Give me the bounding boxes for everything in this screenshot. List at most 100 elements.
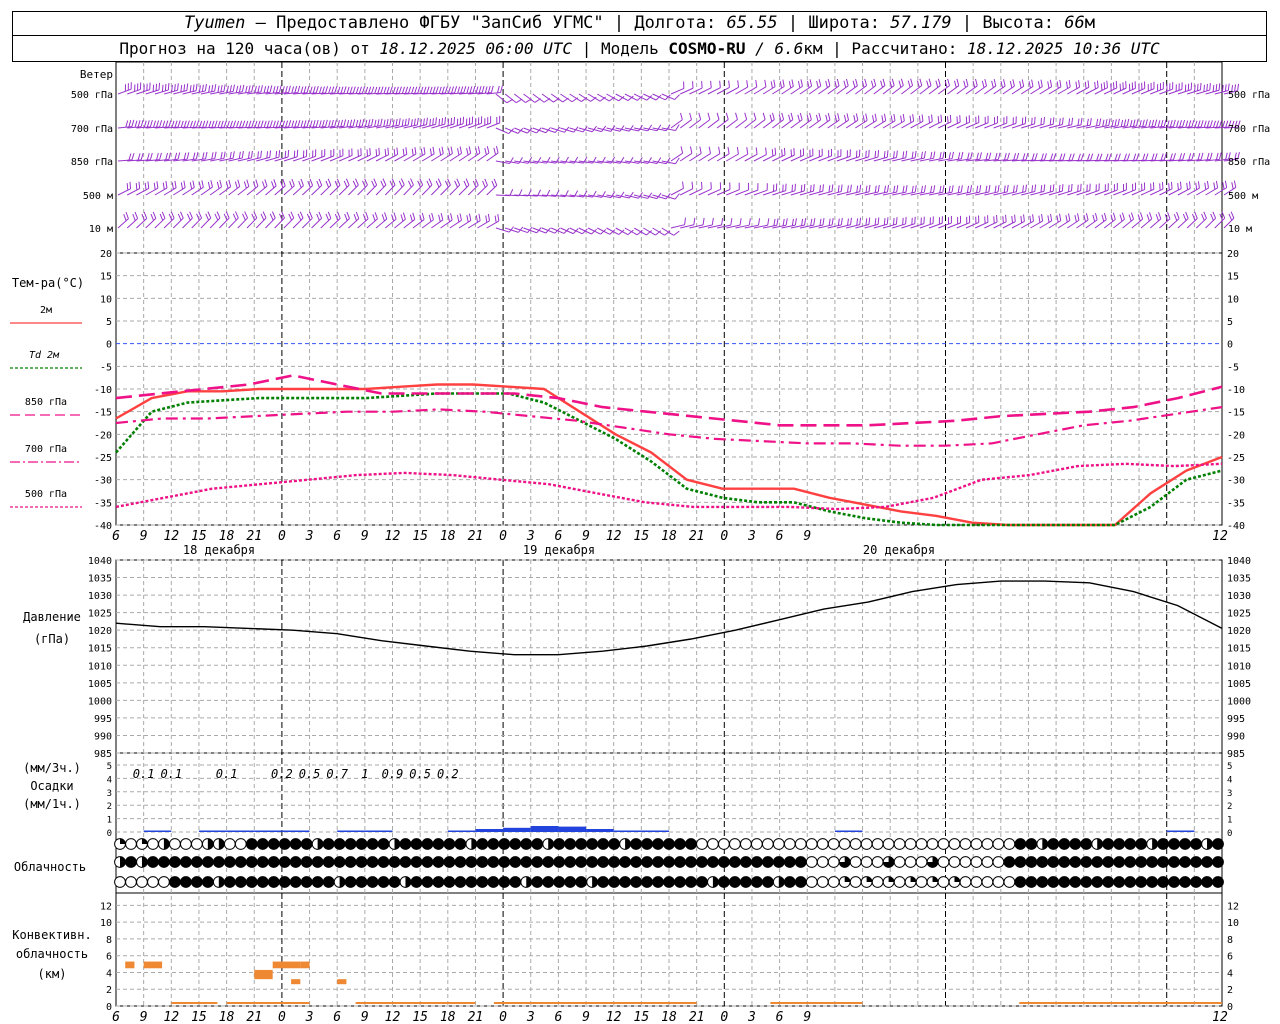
temp-tick: -20 (1227, 430, 1245, 441)
wind-level-label: 10 м (1228, 224, 1252, 235)
wind-barb-shaft (126, 218, 138, 229)
wind-barb-flag (896, 150, 898, 158)
wind-barb-flag (1084, 81, 1087, 89)
wind-barb-flag (739, 218, 742, 226)
wind-barb-flag (1195, 182, 1198, 190)
wind-barb-flag (1096, 153, 1100, 161)
cloud-symbol (1047, 876, 1060, 888)
cloud-symbol (531, 838, 544, 850)
temp-tick: -15 (94, 408, 112, 419)
wind-barb-flag (420, 86, 424, 94)
wind-barb-shaft (504, 93, 517, 104)
wind-barb-flag (702, 217, 705, 225)
wind-barb-flag (947, 116, 949, 124)
wind-barb-shaft (458, 184, 470, 196)
wind-barb-flag (1209, 120, 1213, 128)
wind-barb-flag (414, 86, 418, 94)
wind-barb-flag (392, 86, 396, 94)
wind-barb-flag (1068, 80, 1071, 88)
cloud-symbol (1168, 838, 1180, 850)
wind-barb-flag (421, 212, 425, 220)
wind-barb-flag (846, 113, 849, 121)
cloud-symbol (311, 876, 324, 888)
wind-barb-flag (801, 218, 804, 226)
wind-barb-flag (423, 86, 427, 94)
wind-barb-flag (349, 86, 353, 94)
wind-barb-flag (882, 78, 886, 86)
wind-barb-flag (1160, 153, 1164, 161)
wind-barb-flag (1049, 118, 1052, 126)
temp-tick: 10 (100, 294, 112, 305)
wind-barb-flag (1200, 120, 1204, 128)
wind-barb-flag (773, 218, 776, 226)
wind-barb-flag (921, 114, 924, 122)
wind-barb-shaft (864, 120, 877, 129)
wind-barb-flag (914, 185, 917, 193)
convective-cloud-band (355, 1002, 476, 1004)
wind-barb-flag (1137, 214, 1141, 222)
wind-barb-shaft (458, 220, 472, 229)
conv-tick: 2 (106, 985, 112, 996)
hour-tick-label: 21 (246, 1010, 262, 1024)
wind-barb-flag (937, 78, 941, 86)
wind-barb-flag (368, 86, 372, 94)
precip-tick: 1 (107, 816, 112, 826)
temp-tick: -35 (1227, 498, 1245, 509)
wind-barb-flag (1068, 184, 1070, 192)
wind-barb-flag (1172, 119, 1176, 127)
wind-barb-flag (910, 78, 914, 86)
wind-barb-flag (435, 180, 440, 188)
wind-barb-flag (902, 151, 905, 159)
wind-barb-flag (454, 180, 458, 188)
wind-barb-flag (235, 85, 239, 93)
press-tick: 1025 (88, 609, 112, 620)
wind-barb-flag (205, 120, 209, 128)
wind-barb-flag (1071, 153, 1075, 161)
precip-amount-label: 0.9 (382, 767, 404, 781)
cloud-symbol (190, 856, 203, 868)
convective-cloud-bar (143, 961, 163, 969)
wind-barb-shaft (449, 219, 462, 229)
wind-barb-flag (389, 118, 392, 126)
wind-barb-flag (380, 180, 385, 188)
cloud-symbol (147, 838, 159, 850)
cloud-symbol (816, 838, 829, 850)
wind-barb-flag (468, 213, 472, 221)
wind-barb-flag (781, 112, 785, 120)
wind-barb-flag (718, 146, 721, 154)
cloud-symbol (158, 876, 170, 888)
wind-barb-flag (1121, 212, 1125, 220)
temp-tick: 5 (106, 317, 112, 328)
wind-barb-flag (1186, 182, 1189, 190)
press-tick: 1015 (88, 644, 112, 655)
wind-level-label: 500 гПа (71, 90, 113, 101)
precip-bar (834, 830, 863, 832)
cloud-symbol (344, 856, 357, 868)
wind-barb-flag (911, 151, 914, 159)
cloud-symbol (1201, 876, 1213, 888)
wind-barb-shaft (670, 152, 683, 162)
wind-barb-flag (361, 119, 365, 127)
wind-barb-shaft (274, 217, 285, 229)
wind-barb-shaft (965, 85, 978, 95)
wind-barb-shaft (799, 119, 812, 129)
wind-barb-shaft (725, 119, 738, 129)
cloud-symbol (114, 876, 126, 888)
cloud-symbol-fill (218, 838, 225, 850)
wind-barb-flag (988, 152, 992, 160)
wind-barb-flag (287, 149, 290, 158)
cloud-symbol-fill (910, 876, 916, 882)
wind-barb-flag (393, 148, 396, 156)
wind-barb-flag (837, 113, 840, 121)
wind-barb-flag (432, 86, 436, 94)
precip-amount-label: 0.7 (326, 767, 348, 781)
wind-barb-flag (1133, 153, 1137, 161)
wind-barb-flag (463, 180, 468, 188)
wind-barb-flag (1043, 184, 1046, 192)
wind-barb-flag (225, 181, 229, 189)
wind-barb-shaft (818, 119, 831, 129)
wind-barb-flag (985, 152, 989, 160)
wind-barb-flag (186, 83, 189, 91)
cloud-symbol (410, 838, 423, 850)
hour-tick-label: 6 (554, 529, 562, 544)
